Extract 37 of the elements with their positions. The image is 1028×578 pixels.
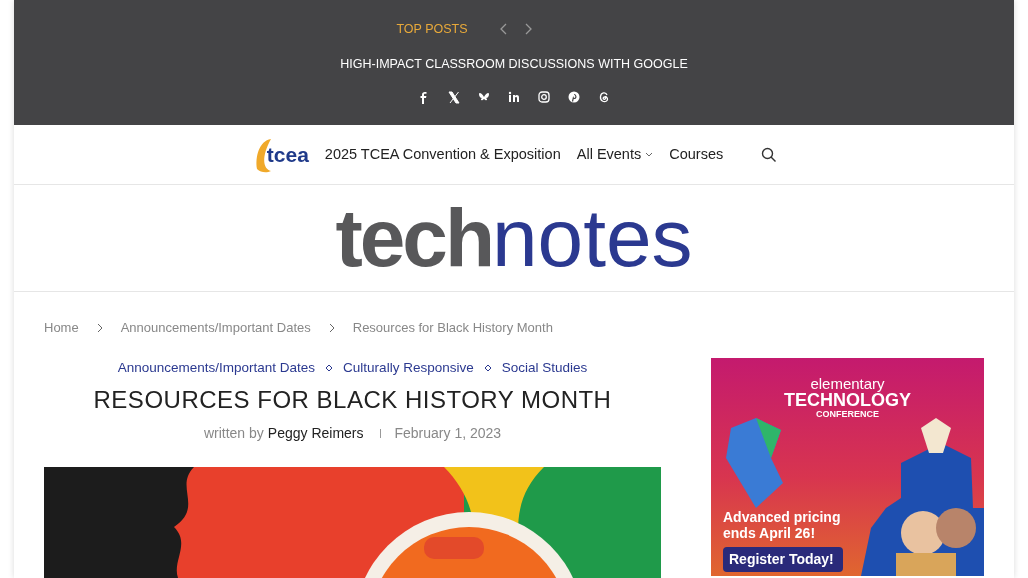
category-link[interactable]: Culturally Responsive bbox=[343, 357, 474, 378]
byline-label: written by bbox=[203, 423, 264, 443]
pinterest-icon[interactable] bbox=[567, 89, 581, 104]
article-title: RESOURCES FOR BLACK HISTORY MONTH bbox=[93, 385, 612, 415]
category-link[interactable]: Announcements/Important Dates bbox=[117, 357, 316, 378]
ad-banner[interactable]: elementary TECHNOLOGY CONFERENCE Advanced pricing ends April 26! Register Today! bbox=[711, 357, 984, 576]
nav-link[interactable]: All Events bbox=[576, 143, 654, 166]
breadcrumb-item: Resources for Black History Month bbox=[352, 319, 553, 337]
ad-text: TECHNOLOGY bbox=[784, 390, 911, 411]
post-date: February 1, 2023 bbox=[394, 423, 502, 443]
tcea-logo[interactable]: tcea bbox=[250, 134, 309, 175]
ad-text: Advanced pricing ends April 26! bbox=[723, 509, 842, 542]
diamond-icon bbox=[483, 363, 492, 372]
logo-text: tech bbox=[335, 197, 492, 279]
breadcrumb-item[interactable]: Home bbox=[44, 318, 79, 338]
section-label: TOP POSTS bbox=[396, 21, 468, 38]
nav-link[interactable]: Courses bbox=[669, 143, 724, 166]
logo-text: notes bbox=[492, 197, 693, 279]
logo-text: tcea bbox=[266, 141, 309, 168]
headline-link[interactable]: HIGH-IMPACT CLASSROOM DISCUSSIONS WITH GOOGLE bbox=[340, 54, 688, 74]
technotes-logo[interactable]: technotes bbox=[335, 197, 693, 279]
instagram-icon[interactable] bbox=[537, 89, 551, 104]
diamond-icon bbox=[325, 363, 334, 372]
breadcrumb-item[interactable]: Announcements/Important Dates bbox=[120, 318, 311, 338]
next-icon[interactable] bbox=[523, 23, 532, 36]
search-icon[interactable] bbox=[761, 146, 778, 163]
x-icon[interactable] bbox=[447, 89, 461, 104]
ad-text: elementary bbox=[810, 375, 885, 391]
author-link[interactable]: Peggy Reimers bbox=[267, 422, 364, 444]
chevron-right-icon bbox=[96, 322, 103, 333]
register-button[interactable]: Register Today! bbox=[723, 547, 843, 573]
chevron-right-icon bbox=[328, 322, 335, 333]
nav-link[interactable]: 2025 TCEA Convention & Exposition bbox=[324, 143, 561, 166]
previous-icon[interactable] bbox=[499, 23, 508, 36]
linkedin-icon[interactable] bbox=[507, 89, 521, 104]
category-link[interactable]: Social Studies bbox=[501, 357, 588, 378]
ad-text: CONFERENCE bbox=[816, 410, 879, 420]
